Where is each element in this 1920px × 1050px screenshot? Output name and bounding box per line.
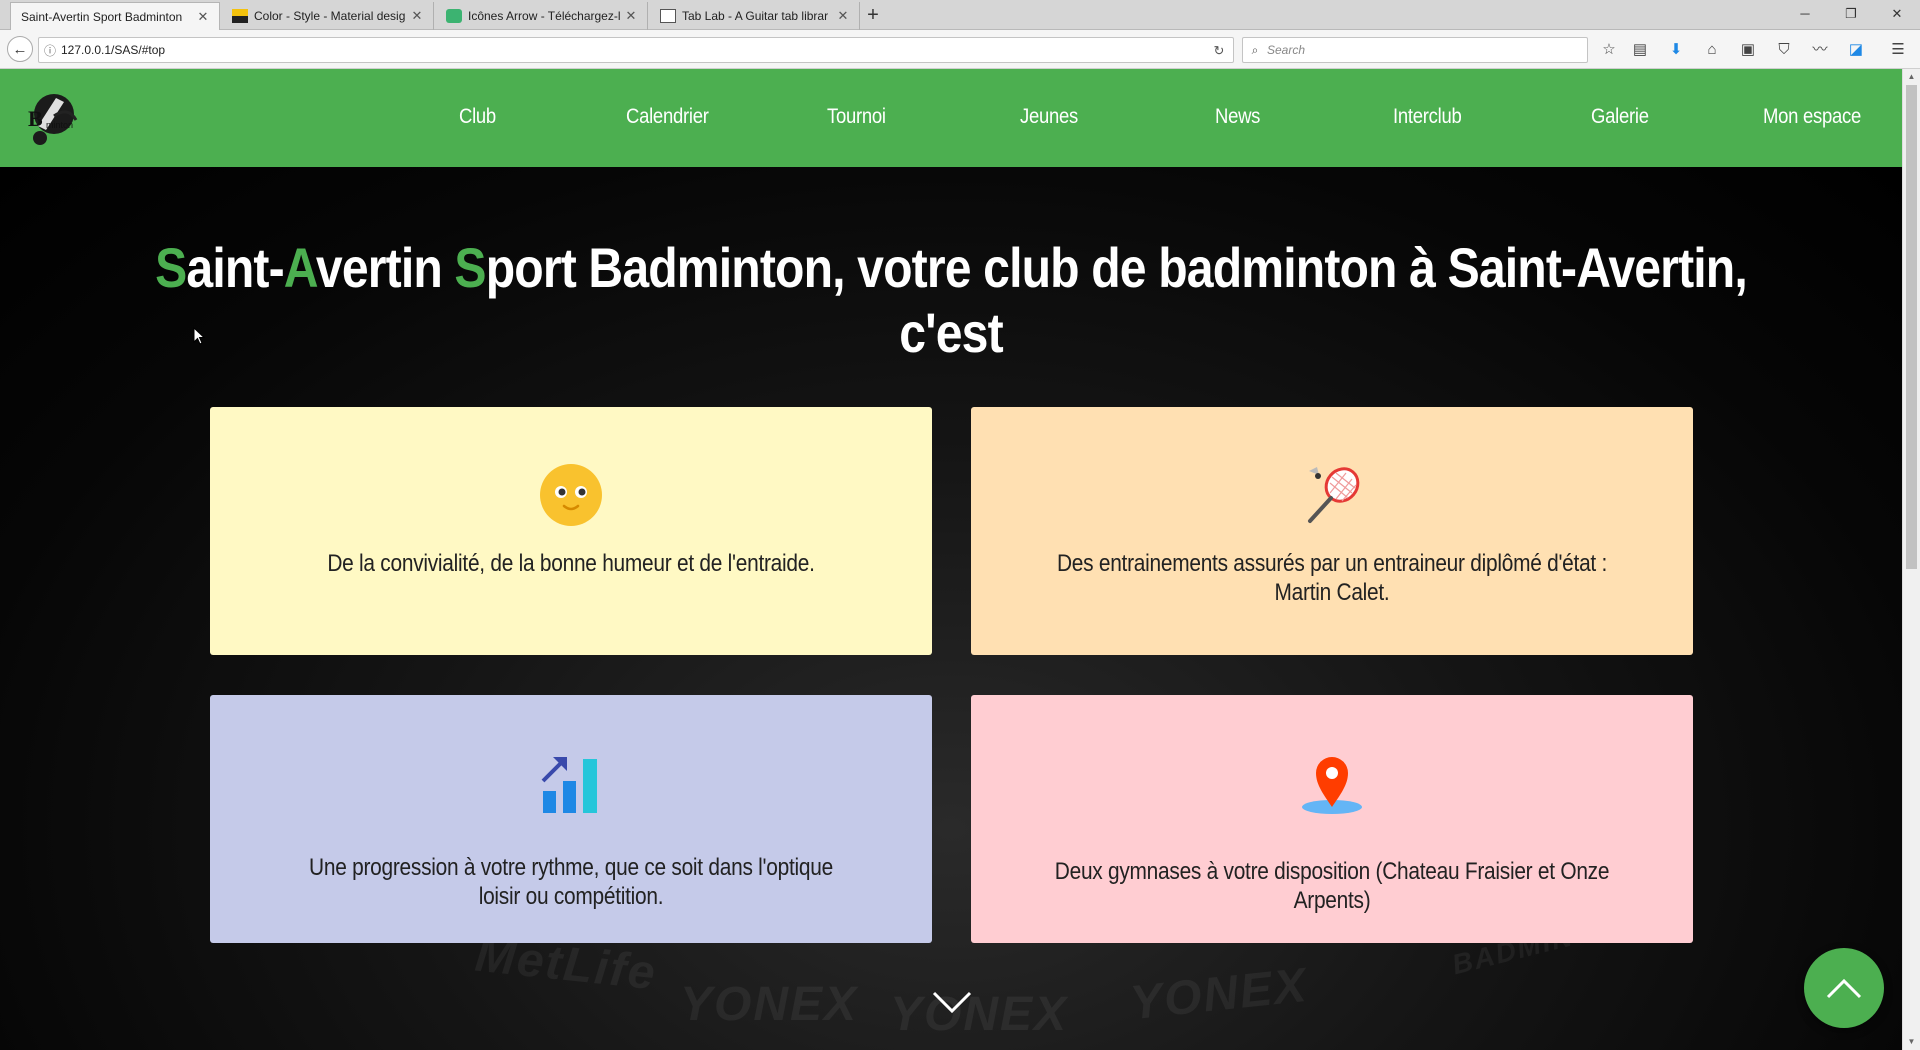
title-fragment: port Badminton, votre club de badminton … (485, 236, 1748, 364)
tab-label: Icônes Arrow - Téléchargez-l (468, 9, 621, 23)
menu-item-calendrier[interactable]: Calendrier (626, 105, 709, 129)
main-menu: Club Calendrier Tournoi Jeunes News Inte… (400, 69, 1900, 167)
badminton-racket-icon (1308, 467, 1360, 523)
background-sponsor-text: YONEX (680, 978, 859, 1031)
page-scrollbar[interactable]: ▲ ▼ (1902, 69, 1920, 1050)
background-sponsor-text: YONEX (890, 988, 1069, 1041)
hero-section: MetLife YONEX YONEX YONEX BADMINTON Sain… (0, 167, 1902, 1050)
close-icon[interactable]: ✕ (623, 8, 639, 24)
tab-label: Color - Style - Material desig (254, 9, 406, 23)
title-fragment: vertin (315, 236, 455, 299)
menu-item-mon-espace[interactable]: Mon espace (1763, 105, 1861, 129)
svg-text:minton: minton (46, 120, 73, 130)
menu-item-interclub[interactable]: Interclub (1393, 105, 1462, 129)
minimize-icon[interactable]: ─ (1782, 0, 1828, 30)
browser-toolbar: ← ⓘ 127.0.0.1/SAS/#top ↻ ⌕ Search ☆ ▤ ⬇ … (0, 30, 1920, 69)
tab-icones-arrow[interactable]: Icônes Arrow - Téléchargez-l ✕ (436, 2, 648, 30)
background-sponsor-text: YONEX (1127, 958, 1311, 1031)
url-bar[interactable]: ⓘ 127.0.0.1/SAS/#top ↻ (38, 37, 1234, 63)
reload-icon[interactable]: ↻ (1209, 41, 1229, 61)
card-text: De la convivialité, de la bonne humeur e… (327, 550, 815, 577)
title-initial: S (454, 236, 486, 299)
extension-badge-icon[interactable]: ▣ (1736, 38, 1760, 62)
info-icon[interactable]: ⓘ (39, 42, 61, 59)
download-icon[interactable]: ⬇ (1664, 38, 1688, 62)
back-arrow-icon[interactable]: ← (7, 36, 33, 62)
feature-card-gymnasiums: Deux gymnases à votre disposition (Chate… (971, 695, 1693, 943)
icons8-favicon-icon (446, 9, 462, 23)
card-text: Une progression à votre rythme, que ce s… (309, 854, 833, 910)
tab-saint-avertin[interactable]: Saint-Avertin Sport Badminton ✕ (10, 2, 220, 31)
material-favicon-icon (232, 9, 248, 23)
close-icon[interactable]: ✕ (835, 8, 851, 24)
svg-text:B: B (28, 106, 43, 131)
search-icon: ⌕ (1251, 42, 1259, 57)
tab-label: Saint-Avertin Sport Badminton (21, 10, 183, 24)
feature-card-progression: Une progression à votre rythme, que ce s… (210, 695, 932, 943)
scroll-down-arrow-icon[interactable]: ▼ (1903, 1034, 1920, 1050)
chevron-up-icon (1826, 978, 1862, 999)
progress-chart-icon (541, 757, 597, 813)
club-logo[interactable]: B minton (24, 86, 90, 148)
hamburger-menu-icon[interactable]: ☰ (1886, 38, 1910, 62)
bookmark-star-icon[interactable]: ☆ (1597, 38, 1621, 62)
window-close-icon[interactable]: ✕ (1874, 0, 1920, 30)
sync-icon[interactable]: 〰 (1808, 38, 1832, 62)
scroll-down-chevron-icon[interactable] (932, 989, 972, 1015)
title-fragment: aint- (186, 236, 284, 299)
home-icon[interactable]: ⌂ (1700, 38, 1724, 62)
tablab-favicon-icon (660, 9, 676, 23)
back-to-top-button[interactable] (1804, 948, 1884, 1028)
browser-tab-bar: Saint-Avertin Sport Badminton ✕ Color - … (0, 0, 1920, 31)
feature-card-training: Des entrainements assurés par un entrain… (971, 407, 1693, 655)
site-header: B minton Club Calendrier Tournoi Jeunes … (0, 69, 1902, 167)
hero-title: Saint-Avertin Sport Badminton, votre clu… (133, 235, 1769, 365)
scrollbar-thumb[interactable] (1906, 85, 1917, 569)
shield-icon[interactable]: ⛉ (1772, 38, 1796, 62)
close-icon[interactable]: ✕ (409, 8, 425, 24)
search-placeholder: Search (1267, 43, 1306, 57)
url-text: 127.0.0.1/SAS/#top (61, 43, 166, 57)
title-initial: A (283, 236, 317, 299)
close-icon[interactable]: ✕ (195, 9, 211, 25)
menu-item-news[interactable]: News (1215, 105, 1260, 129)
stats-extension-icon[interactable]: ◪ (1844, 38, 1868, 62)
card-text: Des entrainements assurés par un entrain… (1056, 550, 1608, 606)
menu-item-club[interactable]: Club (459, 105, 496, 129)
smiley-icon (540, 464, 602, 526)
scroll-up-arrow-icon[interactable]: ▲ (1903, 69, 1920, 85)
title-initial: S (155, 236, 187, 299)
card-text: Deux gymnases à votre disposition (Chate… (1054, 858, 1610, 914)
menu-item-tournoi[interactable]: Tournoi (827, 105, 886, 129)
location-pin-icon (1302, 757, 1362, 814)
tab-tab-lab[interactable]: Tab Lab - A Guitar tab librar ✕ (650, 2, 860, 30)
mouse-cursor-icon (193, 327, 205, 345)
tab-color-style[interactable]: Color - Style - Material desig ✕ (222, 2, 434, 30)
menu-item-jeunes[interactable]: Jeunes (1020, 105, 1078, 129)
search-input[interactable]: ⌕ Search (1242, 37, 1588, 63)
restore-icon[interactable]: ❐ (1828, 0, 1874, 30)
new-tab-button[interactable]: + (862, 4, 884, 26)
tab-label: Tab Lab - A Guitar tab librar (682, 9, 829, 23)
reading-list-icon[interactable]: ▤ (1628, 38, 1652, 62)
feature-card-conviviality: De la convivialité, de la bonne humeur e… (210, 407, 932, 655)
menu-item-galerie[interactable]: Galerie (1591, 105, 1649, 129)
